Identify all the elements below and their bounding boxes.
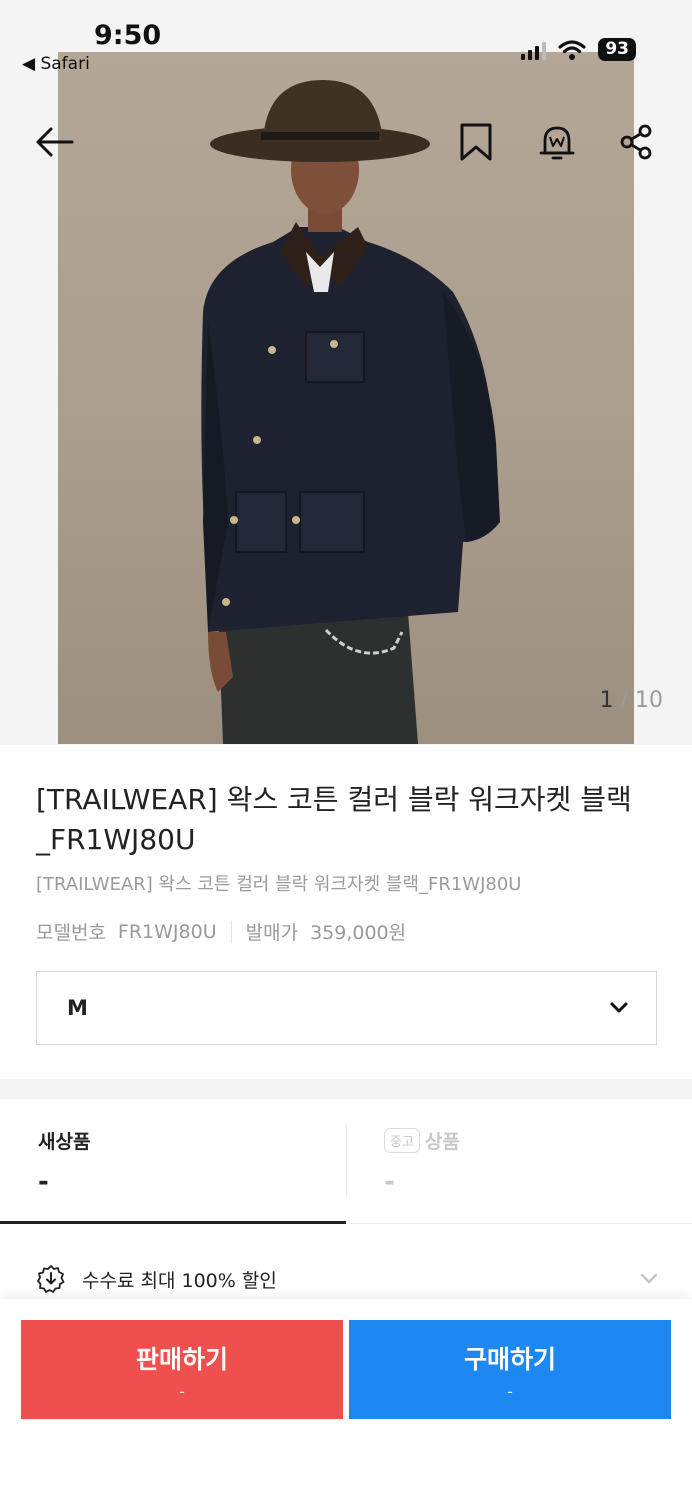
model-number-value: FR1WJ80U bbox=[117, 920, 217, 943]
gallery-separator: / bbox=[620, 688, 628, 713]
active-tab-indicator bbox=[0, 1221, 346, 1224]
gallery-total: 10 bbox=[635, 688, 663, 713]
product-title: [TRAILWEAR] 왁스 코튼 컬러 블락 워크자켓 블랙_FR1WJ80U bbox=[36, 783, 632, 856]
signal-icon bbox=[521, 40, 547, 60]
status-indicators: 93 bbox=[521, 38, 636, 61]
product-meta: 모델번호 FR1WJ80U 발매가 359,000원 bbox=[36, 918, 406, 945]
tab-used-price: - bbox=[384, 1167, 395, 1197]
model-number-label: 모델번호 bbox=[36, 922, 106, 944]
back-arrow-icon[interactable] bbox=[30, 118, 78, 166]
gallery-current: 1 bbox=[599, 688, 614, 713]
section-divider bbox=[0, 1079, 692, 1099]
gallery-page-counter: 1 / 10 bbox=[600, 688, 663, 713]
share-icon[interactable] bbox=[612, 118, 660, 166]
fee-discount-label: 수수료 최대 100% 할인 bbox=[82, 1269, 277, 1292]
tab-new-price: - bbox=[38, 1167, 49, 1197]
size-select[interactable]: M bbox=[36, 971, 657, 1045]
tab-used-label-group: 중고 상품 bbox=[384, 1127, 460, 1154]
bookmark-icon[interactable] bbox=[452, 118, 500, 166]
used-badge: 중고 bbox=[384, 1128, 420, 1153]
size-select-value: M bbox=[67, 996, 88, 1020]
sell-button-price: - bbox=[179, 1382, 185, 1401]
tab-used-label: 상품 bbox=[424, 1131, 460, 1153]
sell-button[interactable]: 판매하기 - bbox=[21, 1320, 343, 1419]
release-price-value: 359,000원 bbox=[310, 922, 407, 944]
tab-new-label: 새상품 bbox=[38, 1131, 91, 1153]
discount-download-icon bbox=[37, 1265, 65, 1293]
product-subtitle: [TRAILWEAR] 왁스 코튼 컬러 블락 워크자켓 블랙_FR1WJ80U bbox=[36, 874, 522, 895]
product-image-gallery[interactable]: 9:50 ◀ Safari 93 1 / 10 bbox=[0, 0, 692, 745]
wifi-icon bbox=[558, 39, 586, 60]
release-price-label: 발매가 bbox=[245, 922, 299, 944]
safari-back-link[interactable]: ◀ Safari bbox=[22, 54, 90, 74]
buy-button-label: 구매하기 bbox=[463, 1345, 556, 1374]
tab-bottom-border bbox=[346, 1223, 692, 1224]
chevron-down-icon bbox=[610, 1002, 628, 1013]
sell-button-label: 판매하기 bbox=[135, 1345, 228, 1374]
buy-button[interactable]: 구매하기 - bbox=[349, 1320, 671, 1419]
tab-new-product[interactable]: 새상품 - bbox=[0, 1099, 346, 1224]
buy-button-price: - bbox=[507, 1382, 513, 1401]
alert-bell-icon[interactable] bbox=[533, 118, 581, 166]
battery-icon: 93 bbox=[598, 38, 636, 61]
status-time: 9:50 bbox=[94, 20, 162, 51]
tab-used-product[interactable]: 중고 상품 - bbox=[347, 1099, 692, 1224]
meta-divider bbox=[230, 920, 232, 943]
chevron-down-icon bbox=[640, 1273, 658, 1284]
fee-discount-row[interactable]: 수수료 최대 100% 할인 bbox=[36, 1259, 658, 1299]
